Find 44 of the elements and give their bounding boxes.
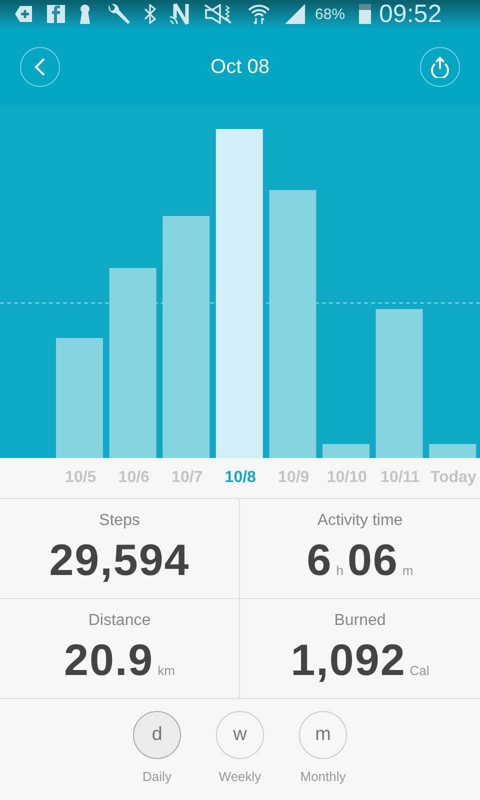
clock-time: 09:52 — [379, 0, 442, 28]
steps-bar[interactable] — [429, 444, 476, 458]
stat-label: Activity time — [317, 512, 403, 530]
stat-unit: h — [336, 562, 344, 578]
notification-plus-icon — [14, 5, 34, 23]
upload-icon — [428, 56, 451, 78]
steps-bar[interactable] — [269, 190, 316, 458]
stat-value: 29,594 — [49, 536, 190, 586]
period-label: Monthly — [300, 769, 346, 784]
steps-bar[interactable] — [109, 268, 156, 458]
keyhole-icon — [78, 4, 92, 24]
battery-percent: 68% — [315, 6, 346, 22]
facebook-icon — [47, 5, 65, 23]
period-label: Daily — [142, 769, 172, 784]
back-icon — [34, 57, 46, 77]
date-title: Oct 08 — [210, 56, 270, 78]
stat-value: 20.9 — [64, 636, 154, 686]
stat-label: Distance — [88, 612, 151, 630]
bluetooth-icon — [144, 4, 156, 24]
period-toggle[interactable]: d — [133, 711, 181, 759]
steps-bar[interactable] — [56, 338, 103, 458]
stat-value: 1,092 — [290, 636, 406, 686]
wifi-icon — [247, 3, 271, 25]
period-toggle[interactable]: m — [299, 711, 347, 759]
muted-speaker-icon — [204, 4, 234, 24]
steps-bar[interactable] — [376, 309, 423, 458]
period-toggle[interactable]: w — [216, 711, 264, 759]
stat-unit: Cal — [410, 662, 430, 678]
steps-bar[interactable] — [162, 216, 210, 458]
stat-label: Burned — [334, 612, 386, 630]
share-button[interactable] — [420, 47, 460, 87]
signal-icon — [284, 3, 306, 25]
steps-bar[interactable] — [322, 444, 370, 458]
stat-value: 06 — [347, 536, 398, 586]
stat-unit: m — [402, 562, 414, 578]
stat-label: Steps — [99, 512, 140, 530]
steps-bar[interactable] — [216, 129, 263, 458]
battery-icon — [358, 3, 372, 25]
nfc-icon — [169, 3, 191, 25]
period-label: Weekly — [218, 769, 262, 784]
stat-value: 6 — [306, 536, 332, 586]
back-button[interactable] — [20, 47, 60, 87]
stat-unit: km — [158, 662, 175, 678]
day-tab[interactable]: 10/8 — [214, 469, 267, 487]
